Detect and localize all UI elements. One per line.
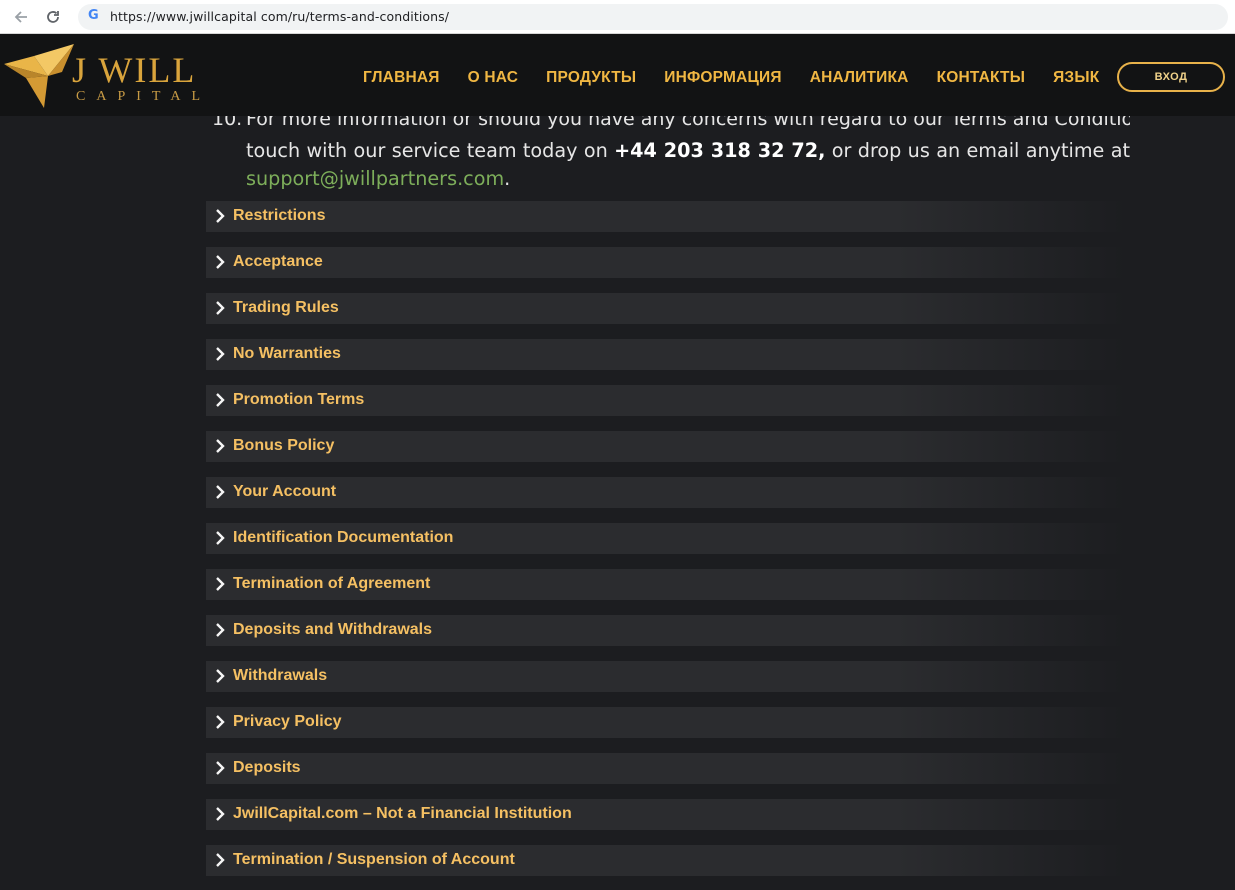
- accordion-label: Termination of Agreement: [233, 575, 431, 592]
- support-email-link[interactable]: support@jwillpartners.com: [246, 167, 504, 190]
- chevron-right-icon: [216, 577, 225, 591]
- accordion-item[interactable]: Promotion Terms: [206, 385, 1126, 416]
- chevron-right-icon: [216, 393, 225, 407]
- phone-number: +44 203 318 32 72,: [614, 139, 826, 162]
- accordion-item[interactable]: Your Account: [206, 477, 1126, 508]
- url-text[interactable]: https://www.jwillcapital com/ru/terms-an…: [110, 9, 449, 24]
- logo-subtitle: CAPITAL: [76, 89, 211, 104]
- accordion-label: Identification Documentation: [233, 529, 454, 546]
- chevron-right-icon: [216, 853, 225, 867]
- chevron-right-icon: [216, 255, 225, 269]
- menu-item-language[interactable]: ЯЗЫК: [1053, 69, 1099, 87]
- paragraph-text: .: [504, 167, 511, 190]
- chevron-right-icon: [216, 761, 225, 775]
- accordion-label: Restrictions: [233, 207, 326, 224]
- accordion-label: Deposits: [233, 759, 301, 776]
- accordion-label: Promotion Terms: [233, 391, 365, 408]
- chevron-right-icon: [216, 301, 225, 315]
- chevron-right-icon: [216, 623, 225, 637]
- accordion-label: JwillCapital.com – Not a Financial Insti…: [233, 805, 572, 822]
- accordion-item[interactable]: Restrictions: [206, 201, 1126, 232]
- accordion-item[interactable]: Identification Documentation: [206, 523, 1126, 554]
- accordion-label: Deposits and Withdrawals: [233, 621, 432, 638]
- accordion-label: No Warranties: [233, 345, 341, 362]
- accordion-label: Your Account: [233, 483, 337, 500]
- accordion-item[interactable]: Trading Rules: [206, 293, 1126, 324]
- paragraph-line: support@jwillpartners.com.: [246, 167, 510, 190]
- chevron-right-icon: [216, 485, 225, 499]
- site-header: J WILL CAPITAL ГЛАВНАЯ О НАС ПРОДУКТЫ ИН…: [0, 34, 1235, 116]
- menu-item-contacts[interactable]: КОНТАКТЫ: [937, 69, 1026, 87]
- accordion-label: Termination / Suspension of Account: [233, 851, 515, 868]
- terms-paragraph: 10. For more information or should you h…: [0, 116, 1235, 194]
- chevron-right-icon: [216, 347, 225, 361]
- accordion-item[interactable]: Acceptance: [206, 247, 1126, 278]
- chevron-right-icon: [216, 715, 225, 729]
- menu-item-information[interactable]: ИНФОРМАЦИЯ: [664, 69, 781, 87]
- menu-item-home[interactable]: ГЛАВНАЯ: [363, 69, 440, 87]
- menu-item-analytics[interactable]: АНАЛИТИКА: [810, 69, 909, 87]
- back-arrow-icon[interactable]: [10, 6, 32, 28]
- paragraph-text: or drop us an email anytime at: [831, 139, 1131, 162]
- chevron-right-icon: [216, 209, 225, 223]
- browser-toolbar: G https://www.jwillcapital com/ru/terms-…: [0, 0, 1235, 34]
- menu-item-products[interactable]: ПРОДУКТЫ: [546, 69, 636, 87]
- paragraph-text: touch with our service team today on: [246, 139, 608, 162]
- menu-item-about[interactable]: О НАС: [468, 69, 519, 87]
- accordion-label: Withdrawals: [233, 667, 328, 684]
- chevron-right-icon: [216, 669, 225, 683]
- chevron-right-icon: [216, 439, 225, 453]
- address-bar[interactable]: G https://www.jwillcapital com/ru/terms-…: [78, 4, 1228, 30]
- login-button[interactable]: ВХОД: [1117, 62, 1225, 92]
- origami-bird-logo-icon: [4, 44, 74, 108]
- logo-title: J WILL: [72, 50, 197, 90]
- accordion-item[interactable]: Deposits: [206, 753, 1126, 784]
- accordion-item[interactable]: Termination of Agreement: [206, 569, 1126, 600]
- accordion-item[interactable]: JwillCapital.com – Not a Financial Insti…: [206, 799, 1126, 830]
- accordion-item[interactable]: Termination / Suspension of Account: [206, 845, 1126, 876]
- main-menu: ГЛАВНАЯ О НАС ПРОДУКТЫ ИНФОРМАЦИЯ АНАЛИТ…: [350, 69, 1114, 87]
- accordion-item[interactable]: Bonus Policy: [206, 431, 1126, 462]
- paragraph-line: For more information or should you have …: [246, 116, 1130, 130]
- accordion-item[interactable]: Withdrawals: [206, 661, 1126, 692]
- list-number: 10.: [212, 116, 243, 130]
- terms-accordion: Restrictions Acceptance Trading Rules No…: [206, 201, 1126, 890]
- accordion-label: Privacy Policy: [233, 713, 342, 730]
- chevron-right-icon: [216, 807, 225, 821]
- reload-icon[interactable]: [42, 6, 64, 28]
- accordion-label: Acceptance: [233, 253, 323, 270]
- accordion-item[interactable]: Privacy Policy: [206, 707, 1126, 738]
- paragraph-line: touch with our service team today on +44…: [246, 139, 1130, 162]
- accordion-item[interactable]: No Warranties: [206, 339, 1126, 370]
- accordion-label: Bonus Policy: [233, 437, 335, 454]
- accordion-label: Trading Rules: [233, 299, 339, 316]
- chevron-right-icon: [216, 531, 225, 545]
- site-logo[interactable]: J WILL CAPITAL: [4, 42, 234, 114]
- accordion-item[interactable]: Deposits and Withdrawals: [206, 615, 1126, 646]
- google-favicon-icon: G: [88, 8, 99, 23]
